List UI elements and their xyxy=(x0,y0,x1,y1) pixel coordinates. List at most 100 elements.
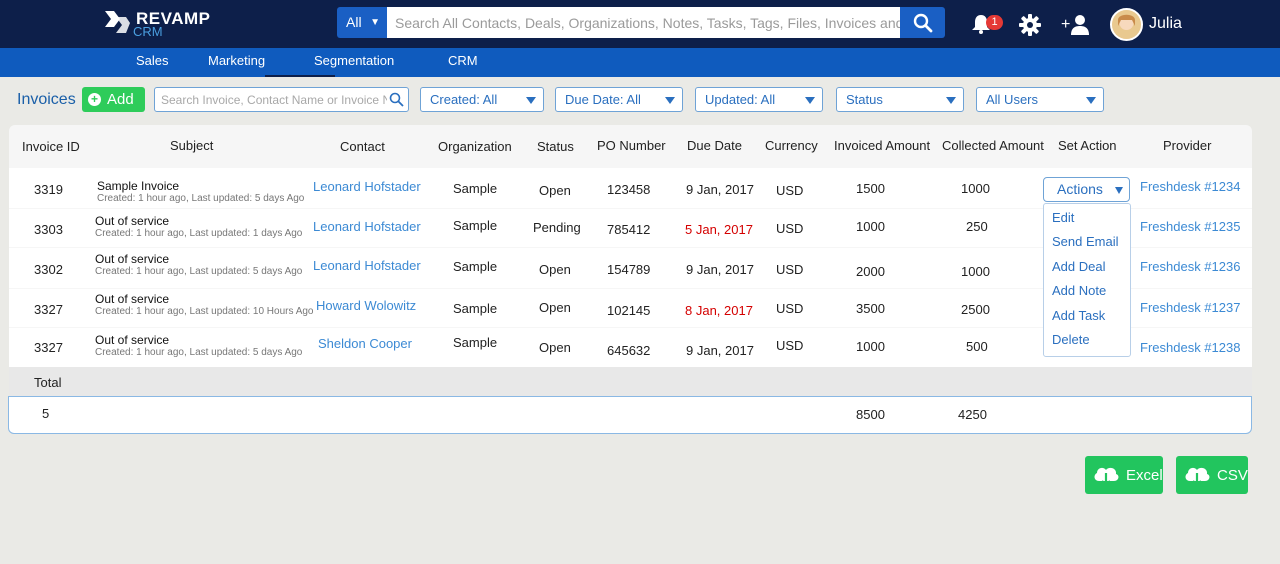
invoice-subject[interactable]: Out of service xyxy=(95,252,169,266)
csv-label: CSV xyxy=(1217,466,1248,484)
column-header-subject[interactable]: Subject xyxy=(170,138,213,153)
column-header-invoiced-amount[interactable]: Invoiced Amount xyxy=(834,138,930,153)
menu-item-delete[interactable]: Delete xyxy=(1052,332,1090,347)
cloud-download-icon xyxy=(1094,467,1119,487)
column-header-status[interactable]: Status xyxy=(537,139,574,154)
provider-link[interactable]: Freshdesk #1235 xyxy=(1140,219,1240,234)
currency: USD xyxy=(776,183,804,198)
invoice-id: 3319 xyxy=(34,182,63,197)
add-invoice-button[interactable]: + Add xyxy=(82,87,145,112)
nav-item-crm[interactable]: CRM xyxy=(448,53,478,68)
status-filter[interactable]: Status xyxy=(836,87,964,112)
invoice-id: 3303 xyxy=(34,222,63,237)
provider-link[interactable]: Freshdesk #1236 xyxy=(1140,259,1240,274)
gear-icon[interactable] xyxy=(1019,14,1041,36)
invoice-id: 3327 xyxy=(34,302,63,317)
export-excel-button[interactable]: Excel xyxy=(1085,456,1163,494)
po-number: 154789 xyxy=(607,262,651,277)
currency: USD xyxy=(776,338,804,353)
status: Open xyxy=(539,340,571,355)
search-icon[interactable] xyxy=(389,92,404,107)
logo[interactable]: REVAMP CRM xyxy=(102,7,222,41)
total-row xyxy=(8,396,1252,434)
due-date-filter[interactable]: Due Date: All xyxy=(555,87,683,112)
column-header-contact[interactable]: Contact xyxy=(340,139,385,154)
add-button-label: Add xyxy=(107,91,134,108)
export-csv-button[interactable]: CSV xyxy=(1176,456,1248,494)
menu-item-add-task[interactable]: Add Task xyxy=(1052,308,1105,323)
actions-dropdown-button[interactable]: Actions xyxy=(1043,177,1130,202)
provider-link[interactable]: Freshdesk #1234 xyxy=(1140,179,1240,194)
column-header-organization[interactable]: Organization xyxy=(438,139,512,154)
search-scope-select[interactable]: All ▼ xyxy=(337,7,387,38)
invoiced-amount: 1000 xyxy=(856,339,885,354)
global-search-input[interactable] xyxy=(387,7,900,38)
po-number: 102145 xyxy=(607,303,651,318)
due-date: 9 Jan, 2017 xyxy=(686,262,754,277)
status: Pending xyxy=(533,220,581,235)
provider-link[interactable]: Freshdesk #1237 xyxy=(1140,300,1240,315)
users-filter[interactable]: All Users xyxy=(976,87,1104,112)
updated-filter[interactable]: Updated: All xyxy=(695,87,823,112)
invoiced-amount: 3500 xyxy=(856,301,885,316)
status: Open xyxy=(539,262,571,277)
chevron-down-icon xyxy=(1086,97,1096,104)
nav-item-segmentation[interactable]: Segmentation xyxy=(314,53,394,68)
due-date: 5 Jan, 2017 xyxy=(685,222,753,237)
chevron-down-icon xyxy=(1115,187,1123,194)
contact-link[interactable]: Howard Wolowitz xyxy=(316,298,416,313)
actions-menu: Edit Send Email Add Deal Add Note Add Ta… xyxy=(1043,203,1131,357)
menu-item-send-email[interactable]: Send Email xyxy=(1052,234,1118,249)
invoice-subject[interactable]: Out of service xyxy=(95,292,169,306)
total-invoiced: 8500 xyxy=(856,407,885,422)
column-header-provider[interactable]: Provider xyxy=(1163,138,1211,153)
collected-amount: 1000 xyxy=(961,264,990,279)
total-count: 5 xyxy=(42,406,50,421)
invoice-subject[interactable]: Out of service xyxy=(95,214,169,228)
add-user-icon[interactable]: + xyxy=(1061,12,1089,36)
page-title: Invoices xyxy=(17,91,76,108)
contact-link[interactable]: Leonard Hofstader xyxy=(313,258,421,273)
currency: USD xyxy=(776,262,804,277)
nav-item-sales[interactable]: Sales xyxy=(136,53,169,68)
provider-link[interactable]: Freshdesk #1238 xyxy=(1140,340,1240,355)
status: Open xyxy=(539,300,571,315)
search-button[interactable] xyxy=(900,7,945,38)
column-header-po-number[interactable]: PO Number xyxy=(597,138,666,153)
organization: Sample xyxy=(453,218,498,233)
nav-item-marketing[interactable]: Marketing xyxy=(208,53,265,68)
total-label: Total xyxy=(34,375,62,390)
due-date: 8 Jan, 2017 xyxy=(685,303,753,318)
menu-item-edit[interactable]: Edit xyxy=(1052,210,1074,225)
invoice-meta: Created: 1 hour ago, Last updated: 10 Ho… xyxy=(95,306,314,317)
invoice-subject[interactable]: Out of service xyxy=(95,333,169,347)
po-number: 645632 xyxy=(607,343,651,358)
svg-text:+: + xyxy=(1061,16,1070,33)
invoice-meta: Created: 1 hour ago, Last updated: 5 day… xyxy=(95,266,303,277)
contact-link[interactable]: Leonard Hofstader xyxy=(313,179,421,194)
main-nav: Sales Marketing Segmentation CRM xyxy=(0,48,1280,77)
contact-link[interactable]: Leonard Hofstader xyxy=(313,219,421,234)
menu-item-add-note[interactable]: Add Note xyxy=(1052,283,1106,298)
user-name[interactable]: Julia xyxy=(1149,15,1182,33)
menu-item-add-deal[interactable]: Add Deal xyxy=(1052,259,1105,274)
invoice-search-input[interactable] xyxy=(161,88,387,111)
column-header-collected-amount[interactable]: Collected Amount xyxy=(942,138,1044,153)
organization: Sample xyxy=(453,181,498,196)
invoice-id: 3327 xyxy=(34,340,63,355)
avatar[interactable] xyxy=(1110,8,1143,41)
chevron-down-icon xyxy=(526,97,536,104)
column-header-set-action: Set Action xyxy=(1058,138,1117,153)
column-header-invoice-id[interactable]: Invoice ID xyxy=(22,139,80,154)
global-search: All ▼ xyxy=(337,7,945,38)
total-collected: 4250 xyxy=(958,407,987,422)
contact-link[interactable]: Sheldon Cooper xyxy=(318,336,412,351)
invoice-subject[interactable]: Sample Invoice xyxy=(97,179,179,193)
collected-amount: 2500 xyxy=(961,302,990,317)
chevron-down-icon: ▼ xyxy=(370,17,380,28)
status-filter-label: Status xyxy=(846,92,883,107)
column-header-currency[interactable]: Currency xyxy=(765,138,818,153)
column-header-due-date[interactable]: Due Date xyxy=(687,138,742,153)
invoiced-amount: 1500 xyxy=(856,181,885,196)
created-filter[interactable]: Created: All xyxy=(420,87,544,112)
